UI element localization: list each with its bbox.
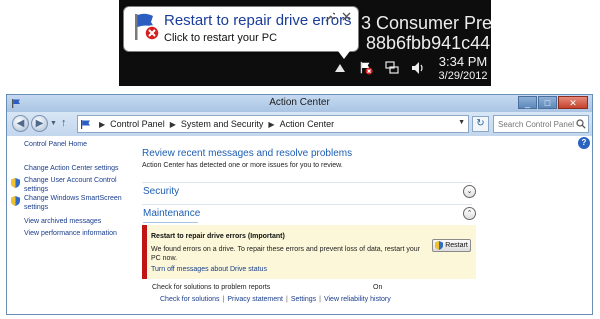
help-icon[interactable]: ? xyxy=(578,137,590,149)
close-button[interactable]: ✕ xyxy=(558,96,588,109)
drive-errors-alert: Restart to repair drive errors (Importan… xyxy=(142,225,476,279)
sidebar-item-change-uac-settings[interactable]: Change User Account Control settings xyxy=(24,176,124,194)
title-bar[interactable]: Action Center _ □ ✕ xyxy=(7,95,592,112)
chevron-down-icon[interactable]: ⌄ xyxy=(463,185,476,198)
volume-icon[interactable] xyxy=(411,61,425,75)
action-center-window: Action Center _ □ ✕ ◀ ▶ ▼ ↑ ▶ Control Pa… xyxy=(6,94,593,315)
chevron-up-icon[interactable]: ⌃ xyxy=(463,207,476,220)
maximize-button[interactable]: □ xyxy=(538,96,557,109)
control-panel-icon xyxy=(81,119,90,129)
forward-button[interactable]: ▶ xyxy=(31,115,48,132)
section-maintenance[interactable]: Maintenance xyxy=(143,208,200,219)
uac-shield-icon xyxy=(435,241,444,250)
main-content: ? Review recent messages and resolve pro… xyxy=(129,136,592,314)
solutions-setting-label: Check for solutions to problem reports xyxy=(152,284,271,291)
settings-link[interactable]: Settings xyxy=(291,296,316,303)
recent-locations-dropdown-icon[interactable]: ▼ xyxy=(50,120,57,127)
privacy-statement-link[interactable]: Privacy statement xyxy=(227,296,283,303)
restart-button[interactable]: Restart xyxy=(432,239,471,252)
uac-shield-icon xyxy=(11,196,20,206)
turn-off-messages-link[interactable]: Turn off messages about Drive status xyxy=(151,266,267,273)
solutions-setting-value: On xyxy=(373,284,383,291)
alert-title: Restart to repair drive errors (Importan… xyxy=(151,233,285,240)
options-wrench-icon[interactable] xyxy=(325,12,337,25)
minimize-button[interactable]: _ xyxy=(518,96,537,109)
section-underline xyxy=(143,222,198,223)
action-center-flag-error-icon xyxy=(135,13,160,41)
sidebar-item-change-smartscreen-settings[interactable]: Change Windows SmartScreen settings xyxy=(24,194,124,212)
sidebar-item-view-performance-information[interactable]: View performance information xyxy=(24,229,117,238)
sidebar: Control Panel Home Change Action Center … xyxy=(7,136,129,314)
check-for-solutions-link[interactable]: Check for solutions xyxy=(160,296,220,303)
address-bar[interactable]: ▶ Control Panel ▶ System and Security ▶ … xyxy=(77,115,469,133)
breadcrumb-separator[interactable]: ▶ xyxy=(268,120,274,129)
divider xyxy=(142,182,472,183)
section-security[interactable]: Security xyxy=(143,186,179,197)
breadcrumb-separator[interactable]: ▶ xyxy=(170,120,176,129)
up-arrow-icon[interactable]: ↑ xyxy=(61,117,67,129)
desktop-watermark-title: 3 Consumer Preview xyxy=(361,13,491,33)
desktop-watermark-build: 88b6fbb941c4464d xyxy=(366,33,491,53)
close-icon[interactable] xyxy=(342,12,351,25)
breadcrumb-system-and-security[interactable]: System and Security xyxy=(181,119,264,129)
address-dropdown-icon[interactable]: ▼ xyxy=(458,119,465,126)
search-input[interactable] xyxy=(493,115,589,133)
sidebar-item-view-archived-messages[interactable]: View archived messages xyxy=(24,217,101,226)
navigation-bar: ◀ ▶ ▼ ↑ ▶ Control Panel ▶ System and Sec… xyxy=(7,112,592,136)
divider xyxy=(142,204,472,205)
action-center-flag-error-icon[interactable] xyxy=(359,61,373,75)
notification-title: Restart to repair drive errors xyxy=(164,12,352,29)
clock-time: 3:34 PM xyxy=(438,54,488,69)
restart-button-label: Restart xyxy=(445,242,468,249)
back-button[interactable]: ◀ xyxy=(12,115,29,132)
breadcrumb-control-panel[interactable]: Control Panel xyxy=(110,119,165,129)
window-title: Action Center xyxy=(269,97,330,108)
alert-body: We found errors on a drive. To repair th… xyxy=(151,246,420,262)
page-title: Review recent messages and resolve probl… xyxy=(142,148,353,159)
sidebar-item-control-panel-home[interactable]: Control Panel Home xyxy=(24,140,87,149)
uac-shield-icon xyxy=(11,178,20,188)
sidebar-item-change-action-center-settings[interactable]: Change Action Center settings xyxy=(24,164,119,173)
show-hidden-icons-icon[interactable] xyxy=(333,61,347,75)
footer-links: Check for solutions | Privacy statement | Se… xyxy=(160,296,391,303)
notification-balloon[interactable]: Restart to repair drive errors Click to … xyxy=(123,6,359,52)
network-icon[interactable] xyxy=(385,61,399,75)
view-reliability-history-link[interactable]: View reliability history xyxy=(324,296,391,303)
notification-message: Click to restart your PC xyxy=(164,32,278,44)
refresh-button[interactable]: ↻ xyxy=(472,116,489,132)
search-icon[interactable] xyxy=(576,119,586,129)
alert-severity-bar xyxy=(142,225,147,279)
intro-text: Action Center has detected one or more i… xyxy=(142,162,343,169)
clock-date: 3/29/2012 xyxy=(438,70,488,82)
tray-icons xyxy=(333,58,425,78)
tray-clock[interactable]: 3:34 PM 3/29/2012 xyxy=(435,55,491,83)
breadcrumb-action-center[interactable]: Action Center xyxy=(280,119,335,129)
breadcrumb-separator[interactable]: ▶ xyxy=(99,120,105,129)
balloon-pointer xyxy=(338,51,350,59)
